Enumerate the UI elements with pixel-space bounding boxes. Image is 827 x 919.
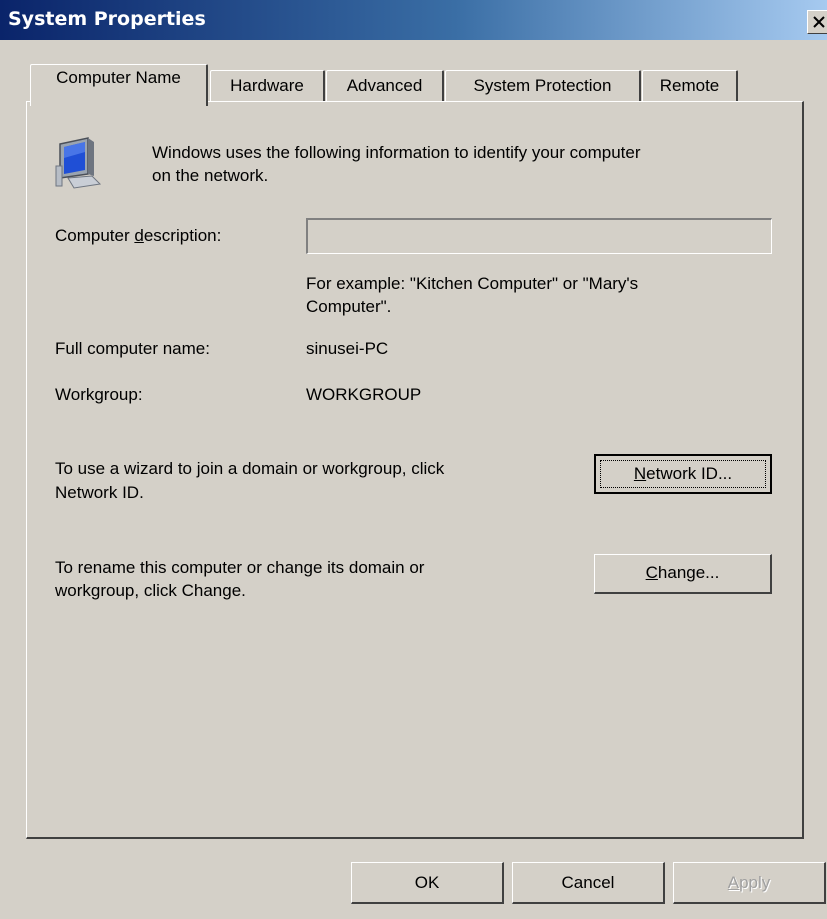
accelerator-key: C <box>645 563 658 582</box>
tab-label: System Protection <box>473 76 612 95</box>
network-id-help-line-2: Network ID. <box>55 483 144 502</box>
workgroup-value: WORKGROUP <box>306 385 422 404</box>
intro-line-1: Windows uses the following information t… <box>152 143 641 162</box>
intro-line-2: on the network. <box>152 166 269 185</box>
change-help-line-1: To rename this computer or change its do… <box>55 558 425 577</box>
description-example-line-2: Computer". <box>306 297 392 316</box>
button-label: pply <box>739 873 771 892</box>
button-label: Cancel <box>561 873 615 892</box>
cancel-button[interactable]: Cancel <box>512 862 665 904</box>
focus-rectangle <box>600 460 766 488</box>
button-label: hange... <box>657 563 720 582</box>
tab-label: Remote <box>659 76 720 95</box>
tab-remote[interactable]: Remote <box>642 70 738 102</box>
tab-system-protection[interactable]: System Protection <box>445 70 641 102</box>
tab-label: Hardware <box>230 76 304 95</box>
computer-description-input[interactable] <box>306 218 772 254</box>
window-title: System Properties <box>8 8 206 30</box>
change-help-line-2: workgroup, click Change. <box>55 581 246 600</box>
button-label: OK <box>414 873 440 892</box>
close-icon <box>813 16 825 28</box>
tab-label: Computer Name <box>56 68 181 87</box>
tab-advanced[interactable]: Advanced <box>326 70 444 102</box>
ok-button[interactable]: OK <box>351 862 504 904</box>
system-properties-window: System Properties Computer Name Hardware… <box>0 0 827 919</box>
computer-name-panel: Windows uses the following information t… <box>26 101 804 839</box>
full-computer-name-label: Full computer name: <box>55 339 210 358</box>
apply-button[interactable]: Apply <box>673 862 826 904</box>
network-id-button[interactable]: Network ID... <box>594 454 772 494</box>
tab-label: Advanced <box>346 76 423 95</box>
computer-monitor-icon <box>54 136 120 195</box>
accelerator-key: d <box>134 226 144 245</box>
title-bar[interactable]: System Properties <box>0 0 827 40</box>
close-button[interactable] <box>807 10 827 34</box>
change-button[interactable]: Change... <box>594 554 772 594</box>
description-example-line-1: For example: "Kitchen Computer" or "Mary… <box>306 274 639 293</box>
tab-hardware[interactable]: Hardware <box>210 70 325 102</box>
full-computer-name-value: sinusei-PC <box>306 339 389 358</box>
workgroup-label: Workgroup: <box>55 385 143 404</box>
network-id-help-line-1: To use a wizard to join a domain or work… <box>55 459 445 478</box>
computer-description-label: Computer description: <box>55 225 221 247</box>
accelerator-key: A <box>727 873 740 892</box>
tab-computer-name[interactable]: Computer Name <box>30 64 208 106</box>
label-text: escription: <box>143 226 222 245</box>
label-text: Computer <box>55 226 135 245</box>
